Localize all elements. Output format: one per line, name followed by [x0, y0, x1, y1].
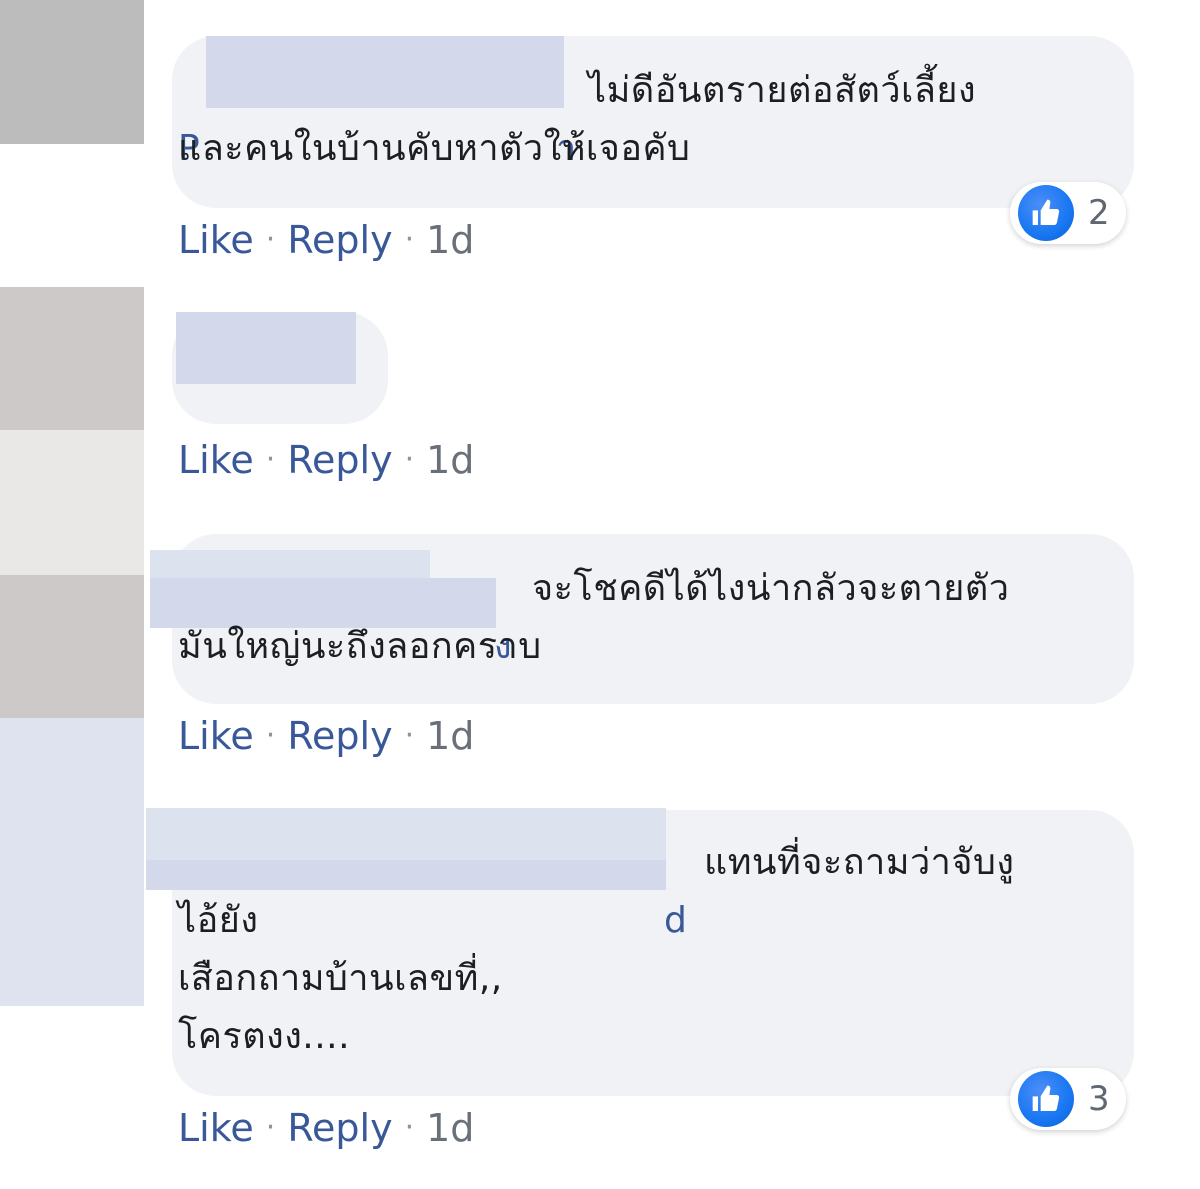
comment-timestamp[interactable]: 1d — [426, 438, 474, 482]
like-button[interactable]: Like — [178, 218, 254, 262]
separator-dot: · — [265, 222, 276, 257]
comment-actions-2: Like · Reply · 1d — [178, 438, 474, 482]
reply-button[interactable]: Reply — [287, 218, 392, 262]
avatar-spacer-2 — [0, 430, 144, 575]
comment-timestamp[interactable]: 1d — [426, 218, 474, 262]
reaction-summary-1[interactable]: 2 — [1010, 182, 1126, 244]
reply-button[interactable]: Reply — [287, 1106, 392, 1150]
comment-actions-1: Like · Reply · 1d — [178, 218, 474, 262]
reaction-count: 2 — [1088, 193, 1110, 233]
avatar-comment-4[interactable] — [0, 718, 144, 1006]
reaction-summary-4[interactable]: 3 — [1010, 1068, 1126, 1130]
avatar-spacer-1 — [0, 144, 144, 287]
comment-body-3: จะโชคดีได้ไงน่ากลัวจะตายตัว มันใหญ่นะถึง… — [178, 568, 1010, 667]
reply-button[interactable]: Reply — [287, 714, 392, 758]
like-button[interactable]: Like — [178, 1106, 254, 1150]
comment-actions-4: Like · Reply · 1d — [178, 1106, 474, 1150]
separator-dot: · — [404, 222, 415, 257]
comment-body-1: ไม่ดีอันตรายต่อสัตว์เลี้ยง และคนในบ้านคั… — [178, 70, 977, 169]
avatar-comment-2[interactable] — [0, 287, 144, 430]
like-button[interactable]: Like — [178, 438, 254, 482]
reply-button[interactable]: Reply — [287, 438, 392, 482]
comment-timestamp[interactable]: 1d — [426, 714, 474, 758]
separator-dot: · — [404, 1110, 415, 1145]
comment-actions-3: Like · Reply · 1d — [178, 714, 474, 758]
separator-dot: · — [265, 1110, 276, 1145]
comment-body-4: แทนที่จะถามว่าจับงู ไอ้ยัง เสือกถามบ้านเ… — [178, 842, 1015, 1057]
comment-content-redaction — [176, 312, 356, 384]
separator-dot: · — [404, 718, 415, 753]
like-button[interactable]: Like — [178, 714, 254, 758]
separator-dot: · — [404, 442, 415, 477]
separator-dot: · — [265, 442, 276, 477]
like-reaction-icon — [1018, 1071, 1074, 1127]
separator-dot: · — [265, 718, 276, 753]
reaction-count: 3 — [1088, 1079, 1110, 1119]
avatar-comment-1[interactable] — [0, 0, 144, 144]
avatar-comment-3[interactable] — [0, 575, 144, 718]
like-reaction-icon — [1018, 185, 1074, 241]
comment-timestamp[interactable]: 1d — [426, 1106, 474, 1150]
